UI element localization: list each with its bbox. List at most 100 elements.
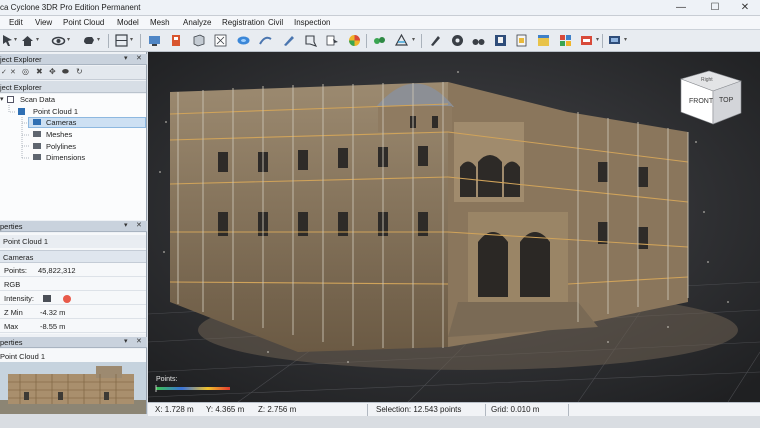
cube-right-label[interactable]: Right [701, 77, 713, 83]
refresh-icon[interactable]: ↻ [76, 67, 83, 76]
layers-icon[interactable] [514, 33, 529, 48]
menu-civil[interactable]: Civil [268, 18, 283, 27]
panel-close-icon[interactable]: ✕ [136, 337, 142, 345]
camera-icon [33, 119, 41, 125]
toolbar-separator [140, 34, 141, 48]
status-separator [568, 404, 569, 416]
home-dropdown-icon[interactable]: ▾ [36, 36, 39, 43]
panel-close-icon[interactable]: ✕ [136, 54, 142, 62]
properties-panel-header: perties ▾ ✕ [0, 221, 147, 232]
binoculars-icon[interactable] [471, 33, 486, 48]
menu-registration[interactable]: Registration [222, 18, 265, 27]
legend-gradient-bar [156, 387, 230, 390]
tree-item-meshes[interactable]: Meshes [46, 130, 72, 139]
menu-view[interactable]: View [35, 18, 52, 27]
tree-item-dimensions[interactable]: Dimensions [46, 153, 85, 162]
3d-viewport[interactable]: FRONT TOP Right Points: [148, 52, 760, 402]
tree-item-cameras[interactable]: Cameras [46, 118, 76, 127]
menu-point-cloud[interactable]: Point Cloud [63, 18, 104, 27]
cube-front-label[interactable]: FRONT [689, 98, 714, 105]
tree-item-polylines[interactable]: Polylines [46, 142, 76, 151]
menu-analyze[interactable]: Analyze [183, 18, 211, 27]
layout-icon[interactable] [114, 33, 129, 48]
properties-group-row[interactable]: Cameras [0, 250, 146, 263]
menu-model[interactable]: Model [117, 18, 139, 27]
panel-menu-icon[interactable]: ▾ [124, 221, 128, 229]
export-dropdown-icon[interactable]: ▾ [596, 36, 599, 43]
point-cloud-render[interactable]: FRONT TOP Right Points: [148, 52, 760, 402]
remove-icon[interactable]: ✕ [10, 68, 16, 76]
select-dropdown-icon[interactable]: ▾ [14, 36, 17, 43]
display-dropdown-icon[interactable]: ▾ [624, 36, 627, 43]
filter-icon[interactable] [394, 33, 409, 48]
explorer-tree: ▾ Scan Data Point Cloud 1 Cameras Meshes… [0, 94, 146, 220]
intensity-swatch-red[interactable] [63, 295, 71, 303]
settings-icon[interactable] [450, 33, 465, 48]
hide-icon[interactable]: ⬬ [62, 67, 69, 77]
cube-view-icon[interactable] [191, 33, 206, 48]
orbit-dropdown-icon[interactable]: ▾ [67, 36, 70, 43]
pan-icon[interactable] [81, 33, 96, 48]
tree-item-scan-data[interactable]: Scan Data [20, 95, 55, 104]
clip-icon[interactable] [303, 33, 318, 48]
preview-thumbnail[interactable] [0, 362, 146, 414]
status-z: Z: 2.756 m [258, 405, 297, 414]
panel-menu-icon[interactable]: ▾ [124, 54, 128, 62]
property-label: RGB [4, 280, 21, 289]
table-icon[interactable] [536, 33, 551, 48]
layout-dropdown-icon[interactable]: ▾ [130, 36, 133, 43]
checkbox[interactable] [7, 96, 14, 103]
menu-mesh[interactable]: Mesh [150, 18, 170, 27]
properties-object-name: Point Cloud 1 [3, 237, 49, 246]
property-intensity: Intensity: [0, 292, 146, 305]
panel-menu-icon[interactable]: ▾ [124, 337, 128, 345]
pan-dropdown-icon[interactable]: ▾ [97, 36, 100, 43]
maximize-button[interactable]: ☐ [698, 0, 732, 16]
main-toolbar: ▾ ▾ ▾ ▾ ▾ ▾ ▾ ▾ [0, 30, 760, 52]
check-icon[interactable]: ✓ [1, 68, 7, 76]
camera-view-icon[interactable] [147, 33, 162, 48]
building-point-cloud [170, 82, 688, 352]
window-title: ca Cyclone 3DR Pro Edition Permanent [0, 3, 141, 12]
export-icon[interactable] [579, 33, 594, 48]
checkbox[interactable] [18, 108, 25, 115]
properties-group-label: Cameras [3, 253, 34, 262]
grid-icon[interactable] [213, 33, 228, 48]
point-cloud-icon[interactable] [372, 33, 387, 48]
status-grid: Grid: 0.010 m [491, 405, 540, 414]
color-icon[interactable] [347, 33, 362, 48]
delete-icon[interactable]: ✖ [36, 67, 43, 76]
mesh-icon [33, 131, 41, 137]
filter-dropdown-icon[interactable]: ▾ [412, 36, 415, 43]
scan-icon[interactable] [169, 33, 184, 48]
status-separator [367, 404, 368, 416]
section-icon[interactable] [325, 33, 340, 48]
cube-top-label[interactable]: TOP [719, 97, 734, 104]
toolbar-separator [366, 34, 367, 48]
display-icon[interactable] [607, 33, 622, 48]
home-icon[interactable] [20, 33, 35, 48]
minimize-button[interactable]: — [664, 0, 698, 16]
menu-inspection[interactable]: Inspection [294, 18, 330, 27]
property-value: -8.55 m [40, 322, 66, 331]
preview-title: Point Cloud 1 [0, 352, 46, 361]
tree-item-point-cloud-1[interactable]: Point Cloud 1 [33, 107, 78, 116]
tree-collapse-icon[interactable]: ▾ [0, 95, 4, 103]
preview-panel-header: perties ▾ ✕ [0, 337, 147, 348]
polyline-icon [33, 143, 41, 149]
target-icon[interactable]: ◎ [22, 67, 29, 76]
brush-icon[interactable] [281, 33, 296, 48]
orbit-icon[interactable] [51, 33, 66, 48]
intensity-swatch-dark[interactable] [43, 295, 51, 302]
pen-icon[interactable] [428, 33, 443, 48]
sphere-icon[interactable] [236, 33, 251, 48]
close-button[interactable]: ✕ [728, 0, 760, 16]
toolbar-separator [602, 34, 603, 48]
menu-edit[interactable]: Edit [9, 18, 23, 27]
move-icon[interactable]: ✥ [49, 67, 56, 76]
image-icon[interactable] [493, 33, 508, 48]
measure-icon[interactable] [258, 33, 273, 48]
palette-icon[interactable] [558, 33, 573, 48]
explorer-toolbar: ✓ ✕ ◎ ✖ ✥ ⬬ ↻ [0, 66, 146, 80]
panel-close-icon[interactable]: ✕ [136, 221, 142, 229]
